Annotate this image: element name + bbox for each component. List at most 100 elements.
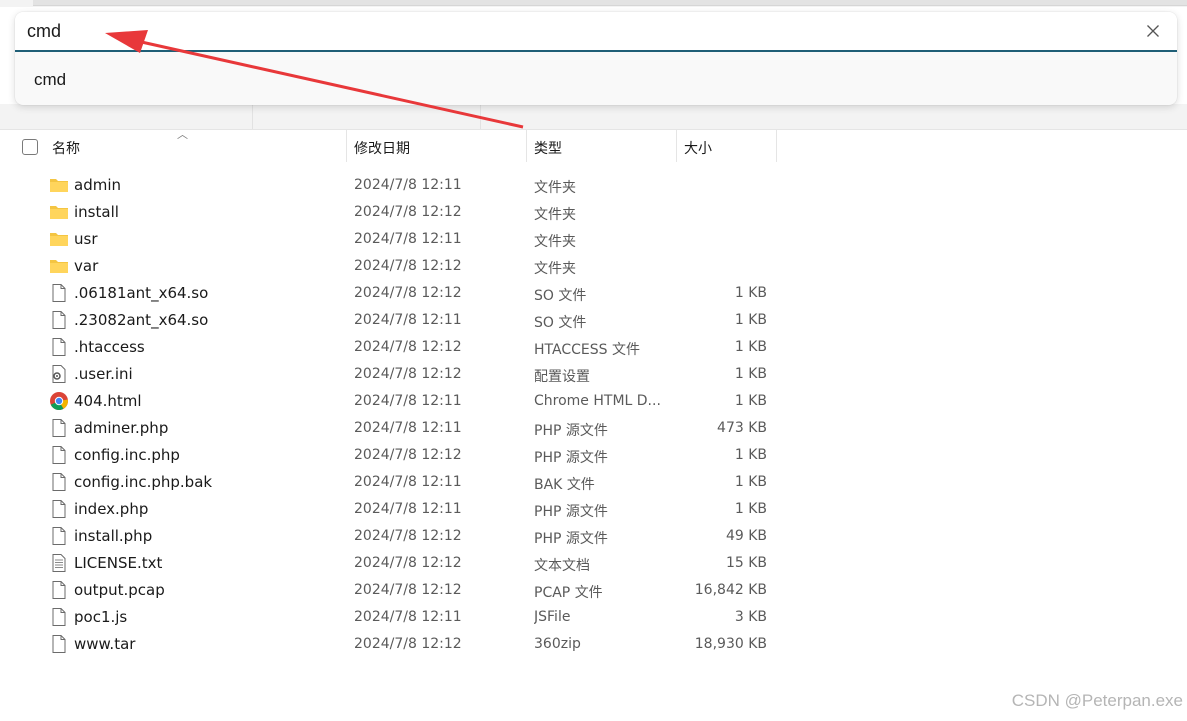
file-row[interactable]: install 2024/7/8 12:12 文件夹 [0, 199, 1187, 226]
file-name: var [74, 257, 99, 275]
file-size: 49 KB [725, 528, 767, 544]
file-row[interactable]: config.inc.php.bak 2024/7/8 12:11 BAK 文件 1 … [0, 469, 1187, 496]
file-type: PHP 源文件 [534, 531, 608, 547]
file-size: 18,930 KB [694, 636, 767, 652]
file-type: PHP 源文件 [534, 450, 608, 466]
folder-icon [49, 256, 69, 276]
file-row[interactable]: .htaccess 2024/7/8 12:12 HTACCESS 文件 1 KB [0, 334, 1187, 361]
column-divider[interactable] [776, 130, 777, 162]
column-type[interactable]: 类型 [534, 138, 562, 158]
file-name: admin [74, 176, 121, 194]
file-name: usr [74, 230, 98, 248]
file-row[interactable]: poc1.js 2024/7/8 12:11 JSFile 3 KB [0, 604, 1187, 631]
file-row[interactable]: LICENSE.txt 2024/7/8 12:12 文本文档 15 KB [0, 550, 1187, 577]
file-icon [49, 634, 69, 654]
file-size: 1 KB [734, 285, 767, 301]
file-modified: 2024/7/8 12:12 [354, 285, 462, 301]
file-row[interactable]: config.inc.php 2024/7/8 12:12 PHP 源文件 1 KB [0, 442, 1187, 469]
file-icon [49, 418, 69, 438]
file-modified: 2024/7/8 12:12 [354, 528, 462, 544]
file-modified: 2024/7/8 12:12 [354, 582, 462, 598]
toolbar-divider [480, 104, 481, 129]
file-row[interactable]: adminer.php 2024/7/8 12:11 PHP 源文件 473 KB [0, 415, 1187, 442]
file-row[interactable]: var 2024/7/8 12:12 文件夹 [0, 253, 1187, 280]
text-file-icon [49, 553, 69, 573]
file-modified: 2024/7/8 12:12 [354, 636, 462, 652]
file-row[interactable]: output.pcap 2024/7/8 12:12 PCAP 文件 16,842 K… [0, 577, 1187, 604]
file-name: install.php [74, 527, 153, 545]
file-name: config.inc.php [74, 446, 180, 464]
watermark: CSDN @Peterpan.exe [1011, 691, 1183, 710]
file-type: 文件夹 [534, 207, 576, 223]
column-name[interactable]: 名称 [52, 138, 80, 158]
file-icon [49, 526, 69, 546]
file-size: 1 KB [734, 501, 767, 517]
file-size: 1 KB [734, 474, 767, 490]
file-type: HTACCESS 文件 [534, 342, 640, 358]
file-row[interactable]: install.php 2024/7/8 12:12 PHP 源文件 49 KB [0, 523, 1187, 550]
file-row[interactable]: 404.html 2024/7/8 12:11 Chrome HTML D... 1 … [0, 388, 1187, 415]
address-bar[interactable] [33, 0, 1187, 6]
file-modified: 2024/7/8 12:11 [354, 393, 462, 409]
file-name: .user.ini [74, 365, 133, 383]
column-divider[interactable] [526, 130, 527, 162]
column-divider[interactable] [676, 130, 677, 162]
search-input[interactable] [27, 19, 1127, 43]
file-icon [49, 445, 69, 465]
file-modified: 2024/7/8 12:12 [354, 258, 462, 274]
file-modified: 2024/7/8 12:12 [354, 366, 462, 382]
column-size[interactable]: 大小 [684, 138, 712, 158]
file-name: .06181ant_x64.so [74, 284, 209, 302]
file-size: 1 KB [734, 393, 767, 409]
file-size: 1 KB [734, 312, 767, 328]
file-type: BAK 文件 [534, 477, 595, 493]
file-icon [49, 283, 69, 303]
file-name: 404.html [74, 392, 142, 410]
file-modified: 2024/7/8 12:12 [354, 339, 462, 355]
file-modified: 2024/7/8 12:12 [354, 447, 462, 463]
file-name: www.tar [74, 635, 136, 653]
file-row[interactable]: index.php 2024/7/8 12:11 PHP 源文件 1 KB [0, 496, 1187, 523]
file-modified: 2024/7/8 12:11 [354, 609, 462, 625]
file-name: install [74, 203, 119, 221]
file-row[interactable]: www.tar 2024/7/8 12:12 360zip 18,930 KB [0, 631, 1187, 658]
select-all-checkbox[interactable] [22, 139, 38, 155]
file-size: 473 KB [717, 420, 767, 436]
file-row[interactable]: usr 2024/7/8 12:11 文件夹 [0, 226, 1187, 253]
file-row[interactable]: .06181ant_x64.so 2024/7/8 12:12 SO 文件 1 KB [0, 280, 1187, 307]
file-type: SO 文件 [534, 315, 587, 331]
close-icon[interactable] [1143, 21, 1163, 41]
file-type: Chrome HTML D... [534, 393, 661, 409]
folder-icon [49, 175, 69, 195]
file-modified: 2024/7/8 12:11 [354, 231, 462, 247]
file-row[interactable]: admin 2024/7/8 12:11 文件夹 [0, 172, 1187, 199]
file-type: 360zip [534, 636, 581, 652]
search-suggestion[interactable]: cmd [34, 70, 66, 90]
column-divider[interactable] [346, 130, 347, 162]
sort-ascending-icon: ︿ [177, 128, 188, 141]
file-icon [49, 337, 69, 357]
file-icon [49, 472, 69, 492]
file-modified: 2024/7/8 12:11 [354, 420, 462, 436]
file-size: 15 KB [725, 555, 767, 571]
file-modified: 2024/7/8 12:11 [354, 474, 462, 490]
file-list: admin 2024/7/8 12:11 文件夹 install 2024/7/8 12… [0, 172, 1187, 658]
folder-icon [49, 229, 69, 249]
column-modified[interactable]: 修改日期 [354, 138, 410, 158]
file-name: .23082ant_x64.so [74, 311, 209, 329]
file-row[interactable]: .23082ant_x64.so 2024/7/8 12:11 SO 文件 1 KB [0, 307, 1187, 334]
file-row[interactable]: .user.ini 2024/7/8 12:12 配置设置 1 KB [0, 361, 1187, 388]
file-name: index.php [74, 500, 149, 518]
file-type: PHP 源文件 [534, 423, 608, 439]
chrome-icon [49, 391, 69, 411]
file-size: 1 KB [734, 366, 767, 382]
file-icon [49, 607, 69, 627]
file-name: config.inc.php.bak [74, 473, 213, 491]
file-modified: 2024/7/8 12:12 [354, 204, 462, 220]
toolbar-divider [252, 104, 253, 129]
file-modified: 2024/7/8 12:11 [354, 501, 462, 517]
file-icon [49, 499, 69, 519]
settings-file-icon [49, 364, 69, 384]
search-popup: cmd [15, 12, 1177, 105]
file-size: 16,842 KB [694, 582, 767, 598]
